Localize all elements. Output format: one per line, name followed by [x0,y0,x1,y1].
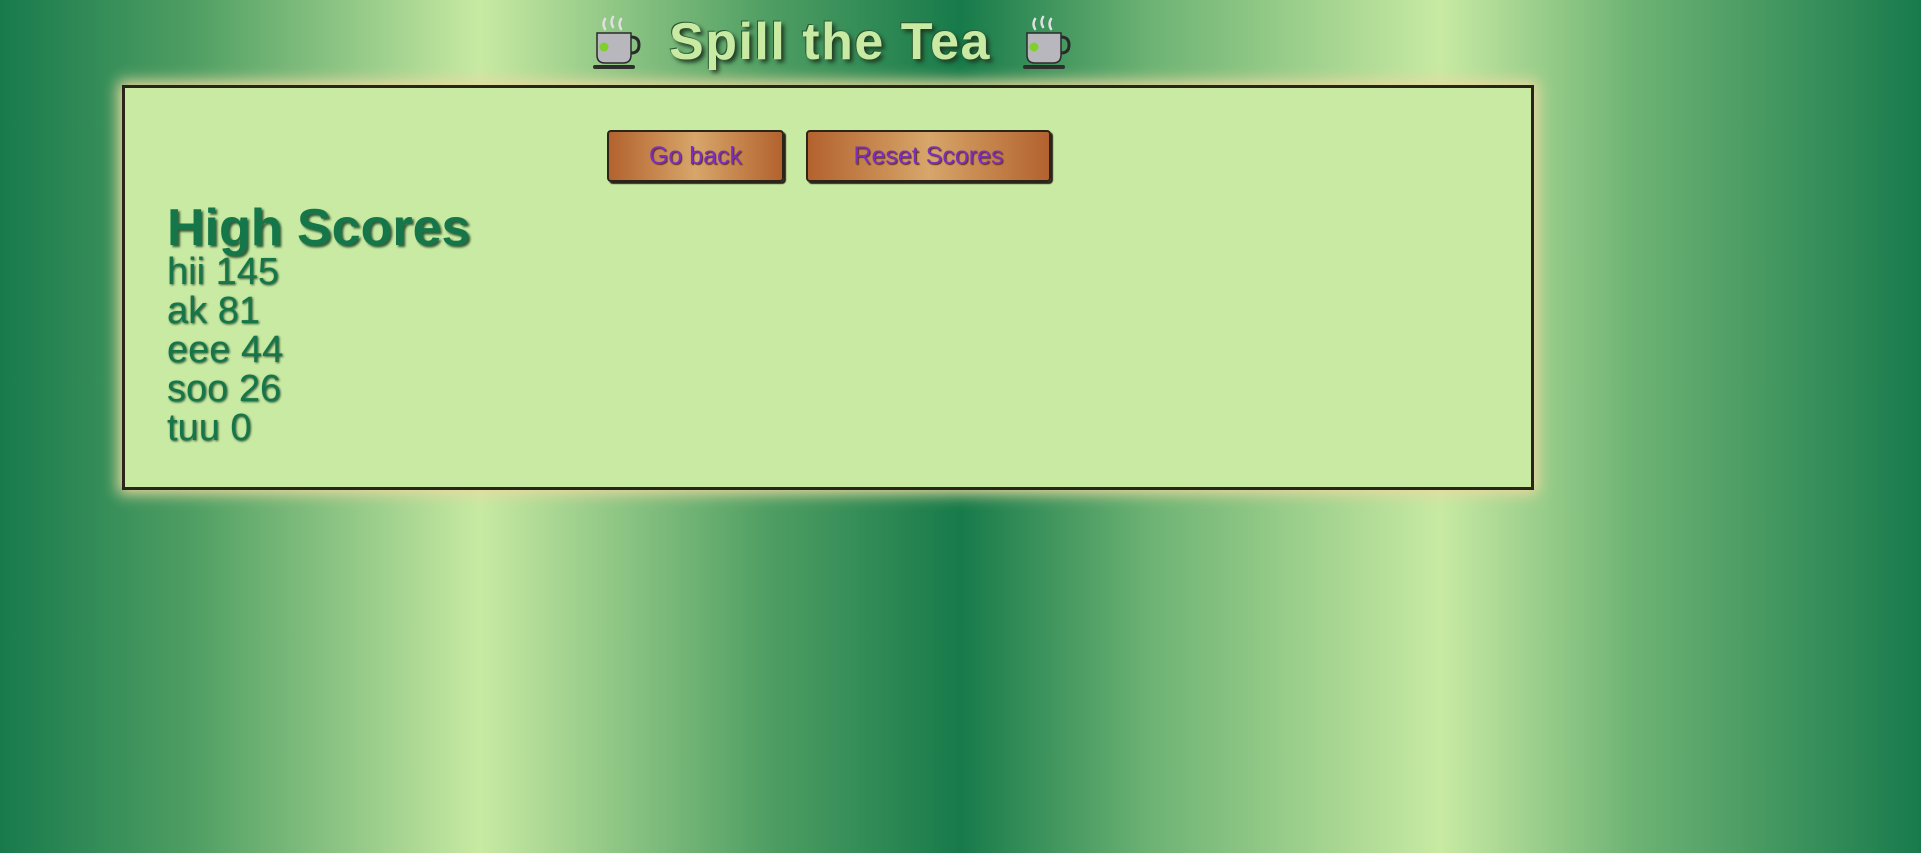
high-scores-heading: High Scores [167,199,471,257]
score-entry: eee 44 [167,329,284,371]
score-entry: tuu 0 [167,407,252,449]
score-list: hii 145 ak 81 eee 44 soo 26 tuu 0 [167,253,283,448]
score-entry: soo 26 [167,368,282,410]
score-entry: hii 145 [167,251,279,293]
go-back-button[interactable]: Go back [607,130,784,182]
app-title: Spill the Tea [669,13,991,71]
teacup-icon [1022,15,1071,69]
reset-scores-button[interactable]: Reset Scores [806,130,1051,182]
app-header: Spill the Tea [585,10,1075,74]
score-entry: ak 81 [167,290,260,332]
high-scores-panel: Go back Reset Scores High Scores hii 145… [122,85,1534,490]
teacup-icon [593,15,641,69]
